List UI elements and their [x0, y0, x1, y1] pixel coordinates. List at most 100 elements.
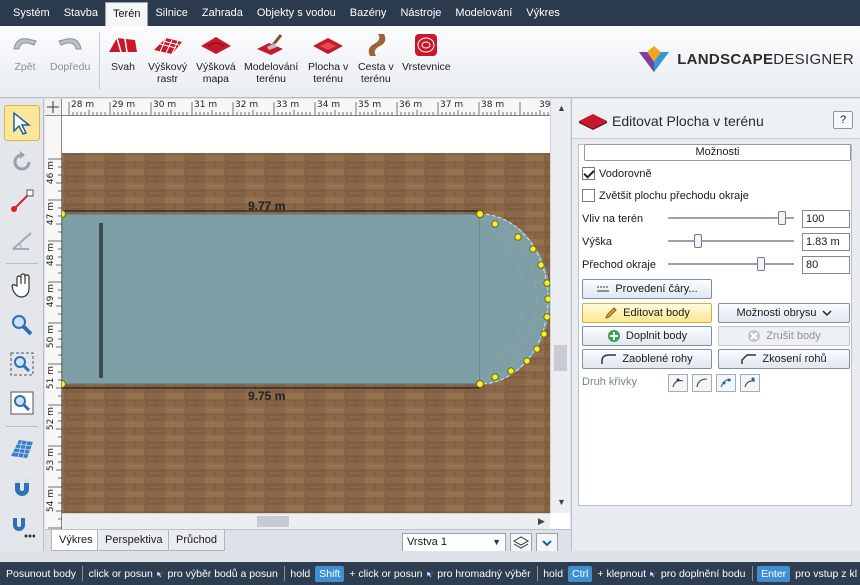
influence-field[interactable]: 100	[802, 210, 850, 228]
slider-thumb[interactable]	[778, 211, 786, 225]
terrain-modeling-button[interactable]: Modelování terénu	[244, 32, 298, 85]
height-slider[interactable]	[668, 234, 794, 248]
bevel-corners-button[interactable]: Zkosení rohů	[718, 349, 850, 369]
tab-vykres[interactable]: Výkres	[51, 530, 101, 551]
edit-points-button[interactable]: Editovat body	[582, 303, 712, 323]
layer-menu-button[interactable]	[536, 533, 558, 552]
ruler-label: 53 m	[46, 448, 56, 472]
ruler-label: 46 m	[46, 161, 56, 185]
layers-button[interactable]	[510, 533, 532, 552]
mouse-cursor-icon	[156, 570, 164, 578]
curve-type-2-icon	[696, 378, 708, 388]
slope-button[interactable]: Svah	[106, 32, 140, 73]
forward-button[interactable]: Dopředu	[50, 32, 90, 73]
curve-type-1-button[interactable]	[668, 374, 688, 392]
edge-transition-field[interactable]: 80	[802, 256, 850, 274]
menu-silnice[interactable]: Silnice	[148, 0, 194, 26]
ruler-origin[interactable]	[45, 99, 62, 116]
height-field[interactable]: 1.83 m	[802, 233, 850, 251]
menu-teren[interactable]: Terén	[104, 2, 149, 26]
status-hint: + klepnout	[597, 567, 647, 580]
pan-tool[interactable]	[4, 268, 40, 304]
line-style-button[interactable]: Provedení čáry...	[582, 279, 712, 299]
grid-tool[interactable]	[4, 431, 40, 467]
scroll-up-icon[interactable]: ▲	[557, 103, 566, 113]
enter-key-badge: Enter	[757, 565, 791, 582]
status-hint: + click or posun	[349, 567, 423, 580]
curve-type-2-button[interactable]	[692, 374, 712, 392]
slider-thumb[interactable]	[694, 234, 702, 248]
rounded-corners-button[interactable]: Zaoblené rohy	[582, 349, 712, 369]
curve-type-1-icon	[672, 378, 684, 388]
select-tool[interactable]	[4, 105, 40, 141]
tab-perspektiva[interactable]: Perspektiva	[97, 530, 171, 551]
rotate-tool[interactable]	[4, 144, 40, 180]
height-map-button[interactable]: Výšková mapa	[196, 32, 236, 85]
outline-options-button[interactable]: Možnosti obrysu	[718, 303, 850, 323]
vertical-scrollbar[interactable]: ▲ ▼	[550, 99, 570, 513]
menu-bazeny[interactable]: Bazény	[343, 0, 394, 26]
status-spacer	[0, 551, 860, 562]
menu-objekty-s-vodou[interactable]: Objekty s vodou	[250, 0, 343, 26]
horizontal-checkbox[interactable]: Vodorovně	[582, 167, 652, 180]
contours-icon	[409, 32, 443, 58]
path-icon	[359, 32, 393, 58]
contours-button[interactable]: Vrstevnice	[402, 32, 451, 73]
status-hint: click or posun	[88, 567, 153, 580]
logo-text-light: DESIGNER	[773, 50, 854, 68]
menu-vykres[interactable]: Výkres	[519, 0, 567, 26]
help-button[interactable]: ?	[833, 111, 853, 129]
menu-zahrada[interactable]: Zahrada	[195, 0, 250, 26]
measure-tool[interactable]	[4, 183, 40, 219]
slider-thumb[interactable]	[757, 257, 765, 271]
horizontal-scroll-thumb[interactable]	[257, 516, 289, 527]
vertical-scroll-thumb[interactable]	[554, 345, 567, 371]
curve-type-4-button[interactable]	[740, 374, 760, 392]
horizontal-scrollbar[interactable]: ▶	[62, 513, 550, 529]
angle-tool[interactable]	[4, 222, 40, 258]
line-style-icon	[597, 286, 610, 292]
menu-nastroje[interactable]: Nástroje	[393, 0, 448, 26]
menu-stavba[interactable]: Stavba	[57, 0, 105, 26]
zoom-tool[interactable]	[4, 307, 40, 343]
undo-icon	[8, 32, 42, 58]
zoom-extents-icon	[10, 391, 34, 415]
menu-modelovani[interactable]: Modelování	[448, 0, 519, 26]
menu-system[interactable]: Systém	[6, 0, 57, 26]
tab-pruchod[interactable]: Průchod	[168, 530, 225, 551]
layer-select[interactable]: Vrstva 1 ▼	[402, 533, 506, 552]
scroll-down-icon[interactable]: ▼	[557, 497, 566, 507]
remove-points-button[interactable]: Zrušit body	[718, 326, 850, 346]
curve-type-4-icon	[744, 377, 756, 388]
influence-slider[interactable]	[668, 211, 794, 225]
ruler-label: 34 m	[317, 100, 341, 110]
back-button[interactable]: Zpět	[8, 32, 42, 73]
magnet-icon	[15, 479, 29, 496]
drawing-canvas[interactable]: 9.77 m 9.75 m 28 m 29 m 30 m 31 m 32 m 3…	[45, 99, 570, 529]
snap-tool[interactable]	[4, 470, 40, 506]
enlarge-edge-checkbox[interactable]: Zvětšit plochu přechodu okraje	[582, 189, 749, 202]
terrain-path-button[interactable]: Cesta v terénu	[358, 32, 394, 85]
zoom-window-tool[interactable]	[4, 346, 40, 382]
status-hint: pro doplnění bodu	[660, 567, 746, 580]
chevron-down-icon	[822, 310, 832, 317]
landscape-designer-logo: LANDSCAPEDESIGNER	[637, 44, 854, 74]
canvas-drawing	[58, 153, 552, 513]
measure-line-icon	[11, 189, 34, 212]
mouse-cursor-icon	[426, 570, 434, 578]
curve-type-3-button[interactable]	[716, 374, 736, 392]
add-points-button[interactable]: Doplnit body	[582, 326, 712, 346]
edge-transition-slider[interactable]	[668, 257, 794, 271]
mouse-cursor-icon	[649, 570, 658, 578]
options-tab[interactable]: Možnosti	[584, 144, 851, 161]
snap-options-tool[interactable]	[4, 509, 40, 545]
magnet-options-icon	[13, 518, 35, 538]
ruler-label: 33 m	[276, 100, 300, 110]
left-toolbar	[0, 99, 44, 551]
zoom-extents-tool[interactable]	[4, 385, 40, 421]
terrain-area-button[interactable]: Plocha v terénu	[308, 32, 348, 85]
ruler-label: 29 m	[112, 100, 136, 110]
scroll-right-icon[interactable]: ▶	[538, 516, 545, 527]
height-raster-button[interactable]: Výškový rastr	[148, 32, 187, 85]
menu-bar: Systém Stavba Terén Silnice Zahrada Obje…	[0, 0, 860, 26]
